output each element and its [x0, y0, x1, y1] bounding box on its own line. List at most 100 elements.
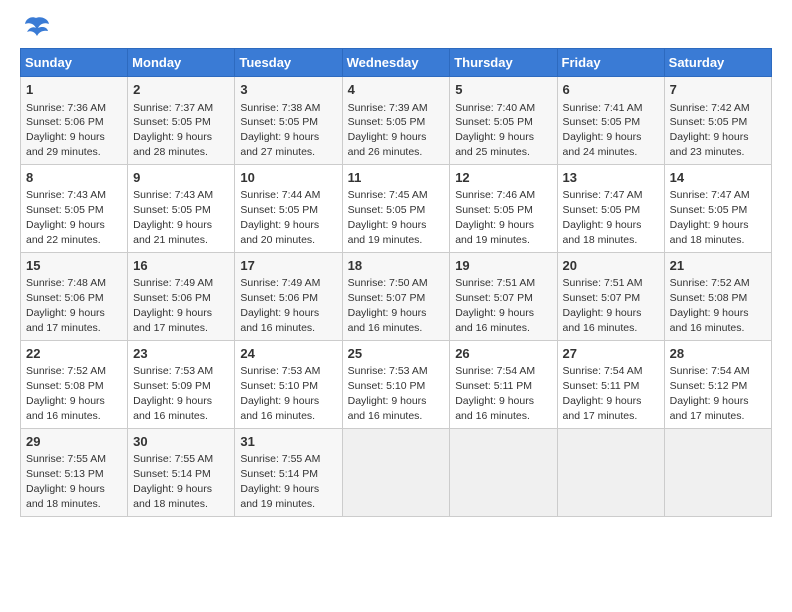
calendar-cell: 25 Sunrise: 7:53 AMSunset: 5:10 PMDaylig…: [342, 340, 450, 428]
day-info: Sunrise: 7:51 AMSunset: 5:07 PMDaylight:…: [455, 277, 535, 334]
calendar-cell: 21 Sunrise: 7:52 AMSunset: 5:08 PMDaylig…: [664, 252, 771, 340]
day-number: 11: [348, 169, 445, 187]
calendar-cell: [450, 428, 557, 516]
calendar-cell: 30 Sunrise: 7:55 AMSunset: 5:14 PMDaylig…: [128, 428, 235, 516]
calendar-cell: 12 Sunrise: 7:46 AMSunset: 5:05 PMDaylig…: [450, 164, 557, 252]
day-info: Sunrise: 7:50 AMSunset: 5:07 PMDaylight:…: [348, 277, 428, 334]
day-number: 22: [26, 345, 122, 363]
calendar-cell: 20 Sunrise: 7:51 AMSunset: 5:07 PMDaylig…: [557, 252, 664, 340]
day-number: 18: [348, 257, 445, 275]
header-monday: Monday: [128, 49, 235, 77]
day-info: Sunrise: 7:47 AMSunset: 5:05 PMDaylight:…: [563, 189, 643, 246]
day-number: 10: [240, 169, 336, 187]
calendar-cell: 26 Sunrise: 7:54 AMSunset: 5:11 PMDaylig…: [450, 340, 557, 428]
day-info: Sunrise: 7:55 AMSunset: 5:13 PMDaylight:…: [26, 453, 106, 510]
day-number: 1: [26, 81, 122, 99]
calendar-header-row: SundayMondayTuesdayWednesdayThursdayFrid…: [21, 49, 772, 77]
logo-bird-icon: [22, 16, 50, 40]
calendar-cell: 2 Sunrise: 7:37 AMSunset: 5:05 PMDayligh…: [128, 77, 235, 165]
day-info: Sunrise: 7:53 AMSunset: 5:10 PMDaylight:…: [348, 365, 428, 422]
week-row-1: 1 Sunrise: 7:36 AMSunset: 5:06 PMDayligh…: [21, 77, 772, 165]
calendar-cell: 14 Sunrise: 7:47 AMSunset: 5:05 PMDaylig…: [664, 164, 771, 252]
day-info: Sunrise: 7:52 AMSunset: 5:08 PMDaylight:…: [26, 365, 106, 422]
calendar-cell: 18 Sunrise: 7:50 AMSunset: 5:07 PMDaylig…: [342, 252, 450, 340]
day-info: Sunrise: 7:47 AMSunset: 5:05 PMDaylight:…: [670, 189, 750, 246]
day-info: Sunrise: 7:37 AMSunset: 5:05 PMDaylight:…: [133, 102, 213, 159]
day-info: Sunrise: 7:54 AMSunset: 5:12 PMDaylight:…: [670, 365, 750, 422]
day-number: 7: [670, 81, 766, 99]
day-number: 3: [240, 81, 336, 99]
day-number: 5: [455, 81, 551, 99]
header-tuesday: Tuesday: [235, 49, 342, 77]
day-number: 31: [240, 433, 336, 451]
calendar-cell: 4 Sunrise: 7:39 AMSunset: 5:05 PMDayligh…: [342, 77, 450, 165]
day-info: Sunrise: 7:48 AMSunset: 5:06 PMDaylight:…: [26, 277, 106, 334]
calendar-cell: 24 Sunrise: 7:53 AMSunset: 5:10 PMDaylig…: [235, 340, 342, 428]
day-info: Sunrise: 7:46 AMSunset: 5:05 PMDaylight:…: [455, 189, 535, 246]
header: [20, 16, 772, 40]
calendar-table: SundayMondayTuesdayWednesdayThursdayFrid…: [20, 48, 772, 517]
day-number: 27: [563, 345, 659, 363]
week-row-3: 15 Sunrise: 7:48 AMSunset: 5:06 PMDaylig…: [21, 252, 772, 340]
calendar-cell: 9 Sunrise: 7:43 AMSunset: 5:05 PMDayligh…: [128, 164, 235, 252]
day-info: Sunrise: 7:49 AMSunset: 5:06 PMDaylight:…: [133, 277, 213, 334]
calendar-cell: 23 Sunrise: 7:53 AMSunset: 5:09 PMDaylig…: [128, 340, 235, 428]
day-info: Sunrise: 7:43 AMSunset: 5:05 PMDaylight:…: [133, 189, 213, 246]
day-number: 17: [240, 257, 336, 275]
day-info: Sunrise: 7:36 AMSunset: 5:06 PMDaylight:…: [26, 102, 106, 159]
calendar-cell: 5 Sunrise: 7:40 AMSunset: 5:05 PMDayligh…: [450, 77, 557, 165]
day-info: Sunrise: 7:55 AMSunset: 5:14 PMDaylight:…: [240, 453, 320, 510]
day-info: Sunrise: 7:53 AMSunset: 5:10 PMDaylight:…: [240, 365, 320, 422]
day-number: 28: [670, 345, 766, 363]
day-info: Sunrise: 7:51 AMSunset: 5:07 PMDaylight:…: [563, 277, 643, 334]
calendar-cell: 15 Sunrise: 7:48 AMSunset: 5:06 PMDaylig…: [21, 252, 128, 340]
day-info: Sunrise: 7:40 AMSunset: 5:05 PMDaylight:…: [455, 102, 535, 159]
calendar-cell: 19 Sunrise: 7:51 AMSunset: 5:07 PMDaylig…: [450, 252, 557, 340]
day-info: Sunrise: 7:43 AMSunset: 5:05 PMDaylight:…: [26, 189, 106, 246]
day-number: 9: [133, 169, 229, 187]
day-number: 24: [240, 345, 336, 363]
calendar-cell: 7 Sunrise: 7:42 AMSunset: 5:05 PMDayligh…: [664, 77, 771, 165]
calendar-cell: 22 Sunrise: 7:52 AMSunset: 5:08 PMDaylig…: [21, 340, 128, 428]
calendar-cell: 10 Sunrise: 7:44 AMSunset: 5:05 PMDaylig…: [235, 164, 342, 252]
day-info: Sunrise: 7:41 AMSunset: 5:05 PMDaylight:…: [563, 102, 643, 159]
day-number: 2: [133, 81, 229, 99]
day-number: 23: [133, 345, 229, 363]
calendar-cell: 11 Sunrise: 7:45 AMSunset: 5:05 PMDaylig…: [342, 164, 450, 252]
day-info: Sunrise: 7:54 AMSunset: 5:11 PMDaylight:…: [455, 365, 535, 422]
calendar-cell: 17 Sunrise: 7:49 AMSunset: 5:06 PMDaylig…: [235, 252, 342, 340]
day-info: Sunrise: 7:55 AMSunset: 5:14 PMDaylight:…: [133, 453, 213, 510]
day-number: 25: [348, 345, 445, 363]
week-row-5: 29 Sunrise: 7:55 AMSunset: 5:13 PMDaylig…: [21, 428, 772, 516]
calendar-cell: 3 Sunrise: 7:38 AMSunset: 5:05 PMDayligh…: [235, 77, 342, 165]
day-info: Sunrise: 7:49 AMSunset: 5:06 PMDaylight:…: [240, 277, 320, 334]
day-number: 15: [26, 257, 122, 275]
calendar-cell: [664, 428, 771, 516]
calendar-cell: 8 Sunrise: 7:43 AMSunset: 5:05 PMDayligh…: [21, 164, 128, 252]
day-number: 6: [563, 81, 659, 99]
day-number: 14: [670, 169, 766, 187]
logo: [20, 16, 50, 40]
day-number: 13: [563, 169, 659, 187]
header-wednesday: Wednesday: [342, 49, 450, 77]
week-row-4: 22 Sunrise: 7:52 AMSunset: 5:08 PMDaylig…: [21, 340, 772, 428]
header-saturday: Saturday: [664, 49, 771, 77]
header-friday: Friday: [557, 49, 664, 77]
calendar-cell: 27 Sunrise: 7:54 AMSunset: 5:11 PMDaylig…: [557, 340, 664, 428]
calendar-cell: [557, 428, 664, 516]
day-info: Sunrise: 7:38 AMSunset: 5:05 PMDaylight:…: [240, 102, 320, 159]
calendar-cell: 1 Sunrise: 7:36 AMSunset: 5:06 PMDayligh…: [21, 77, 128, 165]
day-number: 20: [563, 257, 659, 275]
day-number: 21: [670, 257, 766, 275]
header-sunday: Sunday: [21, 49, 128, 77]
day-number: 12: [455, 169, 551, 187]
day-number: 4: [348, 81, 445, 99]
calendar-cell: 13 Sunrise: 7:47 AMSunset: 5:05 PMDaylig…: [557, 164, 664, 252]
day-number: 29: [26, 433, 122, 451]
calendar-cell: 31 Sunrise: 7:55 AMSunset: 5:14 PMDaylig…: [235, 428, 342, 516]
calendar-cell: 29 Sunrise: 7:55 AMSunset: 5:13 PMDaylig…: [21, 428, 128, 516]
header-thursday: Thursday: [450, 49, 557, 77]
calendar-cell: [342, 428, 450, 516]
day-number: 26: [455, 345, 551, 363]
day-info: Sunrise: 7:45 AMSunset: 5:05 PMDaylight:…: [348, 189, 428, 246]
